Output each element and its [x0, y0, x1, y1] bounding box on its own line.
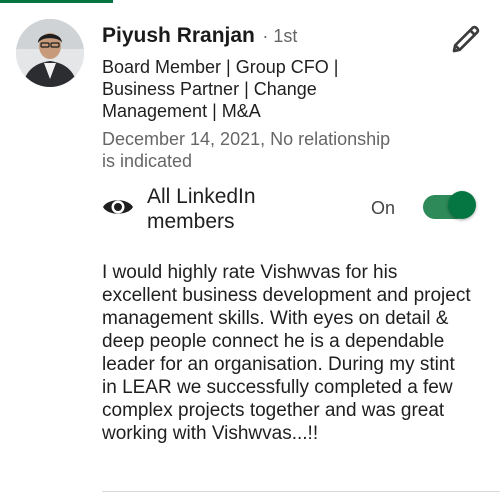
recommendation-date-relationship: December 14, 2021, No relationship is in…	[102, 129, 391, 171]
visibility-toggle[interactable]	[423, 191, 476, 219]
recommendation-text: I would highly rate Vishwvas for his exc…	[102, 262, 471, 444]
top-accent-bar	[0, 0, 113, 3]
avatar-photo	[16, 19, 84, 87]
avatar[interactable]	[16, 19, 84, 87]
edit-button[interactable]	[448, 21, 484, 57]
divider	[102, 491, 500, 492]
connection-degree: · 1st	[262, 26, 298, 46]
author-headline: Board Member | Group CFO | Business Part…	[102, 57, 339, 121]
visibility-label: All LinkedIn members	[147, 185, 256, 233]
author-header: Piyush Rranjan · 1st	[102, 24, 297, 48]
visibility-state-label: On	[371, 198, 396, 218]
author-name[interactable]: Piyush Rranjan	[102, 24, 255, 47]
eye-icon	[101, 193, 135, 221]
pencil-icon	[452, 25, 480, 53]
toggle-knob[interactable]	[448, 191, 476, 219]
